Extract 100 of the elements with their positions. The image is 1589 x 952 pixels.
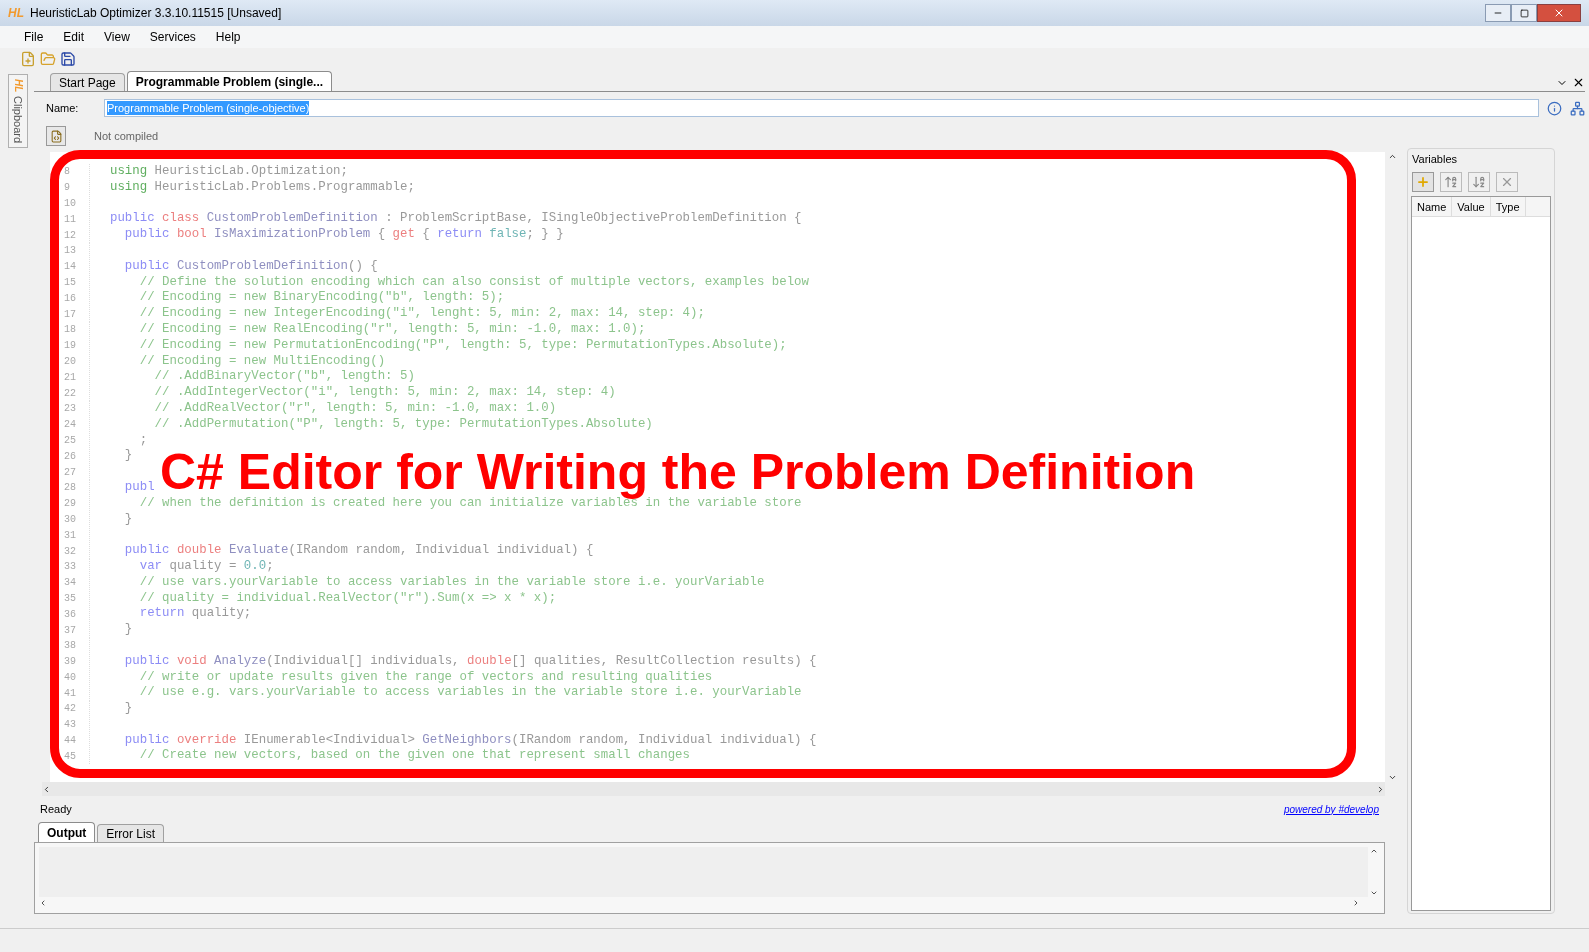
sort-descending-button[interactable]	[1468, 171, 1490, 192]
info-icon[interactable]	[1547, 100, 1562, 116]
maximize-button[interactable]	[1511, 4, 1537, 22]
close-button[interactable]	[1537, 4, 1581, 22]
script-icon	[49, 129, 63, 143]
code-line: var quality = 0.0;	[138, 558, 274, 575]
line-number: 42	[50, 701, 90, 717]
line-number: 13	[50, 243, 90, 259]
tab[interactable]: Error List	[97, 824, 164, 842]
powered-by-link[interactable]: powered by #develop	[1283, 801, 1379, 817]
line-number: 33	[50, 559, 90, 575]
scroll-left-icon[interactable]	[39, 899, 47, 907]
line-number: 41	[50, 685, 90, 701]
code-line: // .AddRealVector("r", length: 5, min: -1.0, max: 1.0)	[153, 400, 557, 417]
scroll-left-icon[interactable]	[42, 784, 51, 794]
code-line: // Create new vectors, based on the given one that represent small changes	[138, 748, 690, 765]
code-line: // Encoding = new MultiEncoding()	[138, 353, 386, 370]
line-number: 14	[50, 259, 90, 275]
tab[interactable]: Programmable Problem (single...	[126, 71, 333, 91]
compile-button[interactable]	[46, 126, 66, 146]
code-line: // Encoding = new IntegerEncoding("i", lenght: 5, min: 2, max: 14, step: 4);	[138, 306, 705, 322]
code-line: publ	[123, 479, 155, 496]
line-number: 38	[50, 638, 90, 654]
code-line: public double Evaluate(IRandom random, Individual individual) {	[123, 543, 594, 559]
line-number: 36	[50, 606, 90, 622]
menu-item[interactable]: View	[96, 28, 138, 46]
code-line: return quality;	[138, 606, 252, 623]
new-file-icon[interactable]	[20, 51, 36, 67]
column-header[interactable]: Name	[1412, 196, 1453, 216]
code-line: }	[123, 511, 133, 528]
column-header[interactable]: Type	[1490, 196, 1526, 216]
scroll-right-icon[interactable]	[1352, 899, 1360, 907]
line-number: 22	[50, 385, 90, 401]
line-number: 45	[50, 748, 90, 764]
menu-item[interactable]: File	[16, 28, 52, 46]
line-number: 26	[50, 448, 90, 464]
scroll-down-icon[interactable]	[1370, 889, 1378, 897]
horizontal-scrollbar[interactable]	[42, 782, 1385, 796]
code-line: public class CustomProblemDefinition : ProblemScriptBase, ISingleObjectiveProblemDefinition {	[110, 211, 802, 228]
code-line: // use e.g. vars.yourVariable to access variables in the variable store i.e. yourVariable	[138, 685, 802, 702]
line-number: 19	[50, 338, 90, 354]
line-number: 44	[50, 733, 90, 749]
sort-ascending-icon	[1444, 174, 1458, 189]
line-number: 35	[50, 590, 90, 606]
minimize-button[interactable]	[1485, 4, 1511, 22]
line-number: 15	[50, 274, 90, 290]
code-line: public override IEnumerable<Individual> GetNeighbors(IRandom random, Individual individual) {	[123, 732, 817, 749]
save-icon[interactable]	[60, 51, 76, 67]
column-header[interactable]: Value	[1452, 196, 1491, 216]
code-line: public CustomProblemDefinition() {	[123, 258, 378, 275]
line-number: 27	[50, 464, 90, 480]
code-line: ;	[138, 432, 148, 449]
line-number: 10	[50, 196, 90, 211]
line-number: 25	[50, 432, 90, 448]
scroll-right-icon[interactable]	[1376, 784, 1385, 794]
tab[interactable]: Start Page	[50, 73, 125, 91]
line-number: 28	[50, 480, 90, 496]
hierarchy-icon[interactable]	[1570, 100, 1585, 116]
menu-item[interactable]: Edit	[55, 28, 93, 46]
line-number: 40	[50, 669, 90, 685]
line-number: 12	[50, 227, 90, 243]
scroll-down-icon[interactable]	[1387, 773, 1397, 782]
line-number: 39	[50, 654, 90, 670]
line-number: 34	[50, 575, 90, 591]
tab[interactable]: Output	[38, 822, 96, 842]
code-line: // write or update results given the range of vectors and resulting qualities	[138, 669, 713, 686]
add-button[interactable]	[1412, 171, 1434, 192]
line-number: 24	[50, 417, 90, 433]
code-line: using HeuristicLab.Problems.Programmable;	[110, 179, 415, 196]
app-logo: HL	[8, 5, 24, 22]
name-label: Name:	[46, 100, 80, 116]
clipboard-sidebar-tab[interactable]: HL Clipboard	[8, 74, 28, 148]
remove-button[interactable]	[1496, 171, 1518, 192]
group-title: Variables	[1411, 152, 1459, 167]
code-line: }	[123, 448, 133, 465]
line-number: 21	[50, 369, 90, 385]
code-line: }	[123, 701, 133, 717]
scroll-up-icon[interactable]	[1370, 847, 1378, 855]
code-line: // Define the solution encoding which can also consist of multiple vectors, examples below	[138, 274, 809, 291]
line-number: 29	[50, 496, 90, 512]
maximize-icon	[1519, 8, 1529, 18]
window-title: HeuristicLab Optimizer 3.3.10.11515 [Unsaved]	[30, 5, 282, 22]
menu-item[interactable]: Help	[207, 28, 249, 46]
variables-list[interactable]: Name Value Type	[1411, 195, 1551, 911]
sort-ascending-button[interactable]	[1440, 171, 1462, 192]
line-number: 23	[50, 401, 90, 417]
code-line: // .AddBinaryVector("b", length: 5)	[153, 369, 415, 386]
close-icon	[1553, 7, 1565, 19]
scroll-up-icon[interactable]	[1387, 152, 1397, 161]
code-line: public void Analyze(Individual[] individuals, double[] qualities, ResultCollection results) {	[123, 653, 817, 670]
menu-item[interactable]: Services	[141, 28, 204, 46]
code-line: // .AddPermutation("P", length: 5, type: PermutationTypes.Absolute)	[153, 416, 653, 433]
code-line: // Encoding = new RealEncoding("r", length: 5, min: -1.0, max: 1.0);	[138, 321, 646, 338]
plus-icon	[1416, 174, 1430, 189]
code-line: // .AddIntegerVector("i", length: 5, min: 2, max: 14, step: 4)	[153, 385, 616, 401]
close-icon[interactable]	[1572, 76, 1585, 89]
code-line: using HeuristicLab.Optimization;	[110, 164, 348, 180]
compile-status: Not compiled	[94, 128, 159, 144]
line-number: 11	[50, 211, 90, 227]
code-line: // Encoding = new BinaryEncoding("b", length: 5);	[138, 290, 505, 307]
